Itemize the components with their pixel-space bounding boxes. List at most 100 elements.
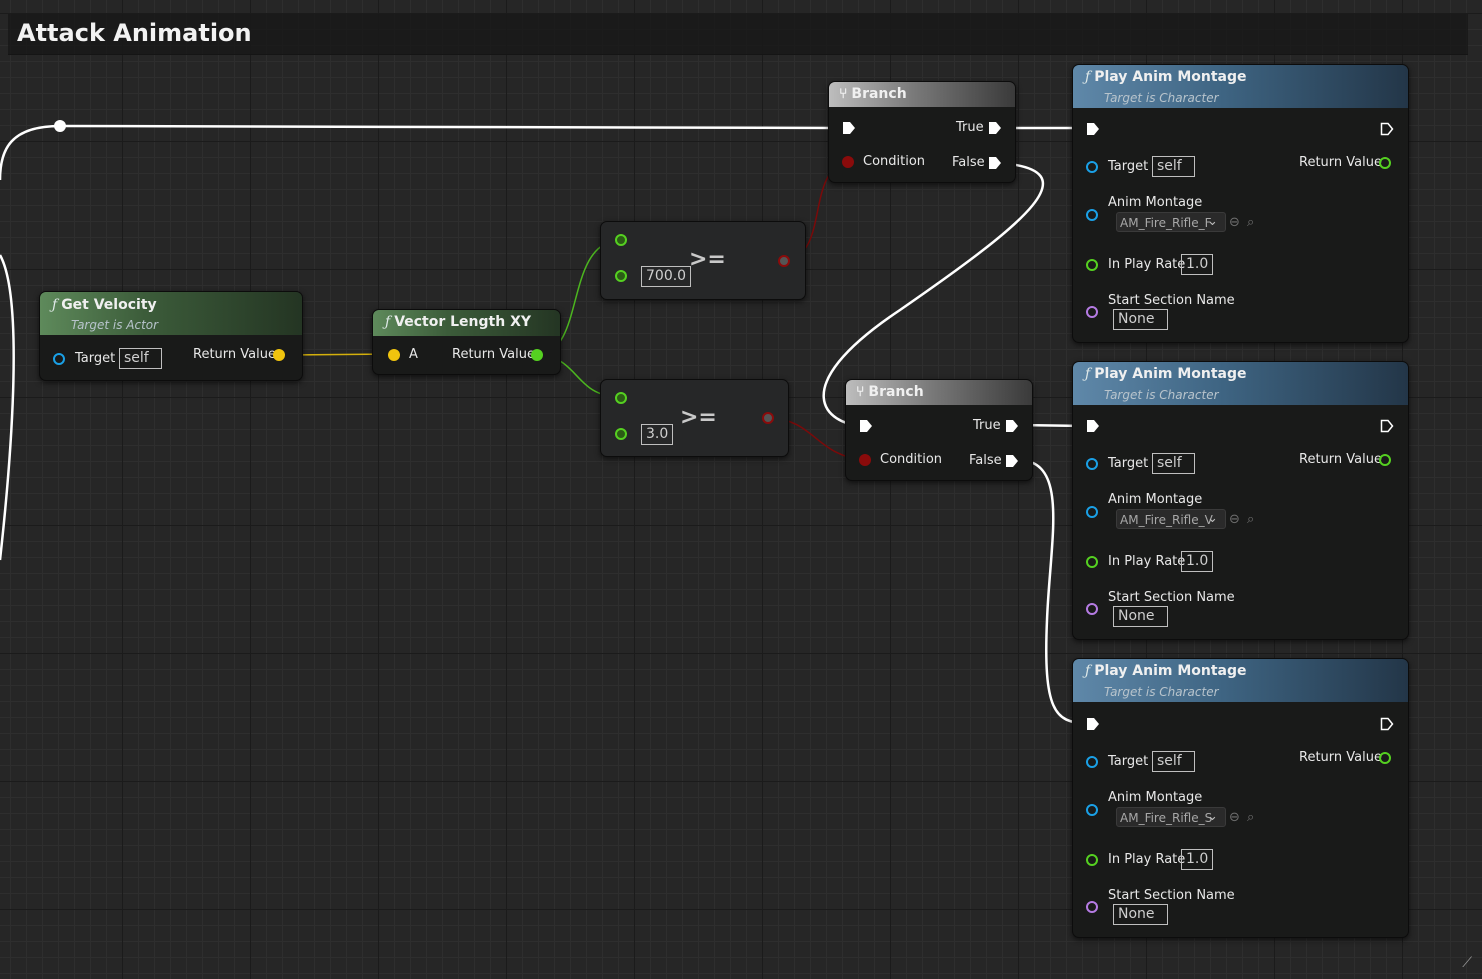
exec-out-pin[interactable] [1380,419,1394,433]
play-anim-montage-node-2[interactable]: ƒ Play Anim Montage Target is Character T… [1072,361,1409,640]
operator-label: >= [680,405,717,430]
false-exec-pin[interactable] [988,156,1002,170]
exec-wire-left-arc [0,124,61,181]
target-pin[interactable] [1086,756,1098,768]
search-icon[interactable]: ⌕ [1247,215,1254,230]
exec-wire-to-branch1 [59,124,843,130]
target-field[interactable]: self [1152,751,1195,772]
node-title: ƒ Vector Length XY [385,314,532,330]
result-pin[interactable] [762,412,774,424]
in-play-rate-field[interactable]: 1.0 [1181,254,1214,275]
compare-node-1[interactable]: 700.0 >= [600,221,806,300]
condition-pin[interactable] [859,454,871,466]
use-selected-icon[interactable]: ⊖ [1229,215,1240,230]
exec-out-pin[interactable] [1380,122,1394,136]
input-b-field[interactable]: 700.0 [641,266,692,287]
result-pin[interactable] [778,255,790,267]
anim-montage-pin[interactable] [1086,209,1098,221]
play-anim-montage-node-3[interactable]: ƒ Play Anim Montage Target is Character T… [1072,658,1409,938]
input-a-pin[interactable] [615,234,627,246]
in-play-rate-field[interactable]: 1.0 [1181,551,1214,572]
reroute-knot[interactable] [54,120,66,132]
target-field[interactable]: self [119,348,162,369]
compare-node-2[interactable]: 3.0 >= [600,379,789,457]
return-value-pin[interactable] [531,349,543,361]
start-section-name-label: Start Section Name [1108,888,1235,903]
resize-grip-icon[interactable]: ⟋ [1462,955,1472,971]
return-value-label: Return Value [452,347,535,362]
node-subtitle: Target is Character [1104,685,1219,699]
start-section-name-pin[interactable] [1086,901,1098,913]
use-selected-icon[interactable]: ⊖ [1229,810,1240,825]
a-pin[interactable] [388,349,400,361]
target-field[interactable]: self [1152,156,1195,177]
comment-box[interactable]: Attack Animation [8,14,1468,55]
in-play-rate-field[interactable]: 1.0 [1181,849,1214,870]
a-label: A [409,347,418,362]
exec-out-pin[interactable] [1380,717,1394,731]
condition-label: Condition [880,452,943,467]
node-title: ƒ Play Anim Montage [1085,366,1247,382]
return-value-pin[interactable] [1379,752,1391,764]
true-exec-pin[interactable] [988,121,1002,135]
target-pin[interactable] [1086,161,1098,173]
in-play-rate-pin[interactable] [1086,259,1098,271]
target-label: Target [1108,159,1149,174]
exec-in-pin[interactable] [1086,122,1100,136]
anim-montage-pin[interactable] [1086,804,1098,816]
input-a-pin[interactable] [615,392,627,404]
false-exec-pin[interactable] [1005,454,1019,468]
function-icon: ƒ [1085,366,1091,382]
start-section-name-pin[interactable] [1086,603,1098,615]
true-exec-pin[interactable] [1005,419,1019,433]
return-value-label: Return Value [1299,155,1382,170]
condition-label: Condition [863,154,926,169]
in-play-rate-pin[interactable] [1086,556,1098,568]
comment-title[interactable]: Attack Animation [17,19,252,47]
play-anim-montage-node-1[interactable]: ƒ Play Anim Montage Target is Character T… [1072,64,1409,343]
chevron-down-icon[interactable]: ⌄ [1207,809,1218,824]
condition-pin[interactable] [842,156,854,168]
in-play-rate-pin[interactable] [1086,854,1098,866]
start-section-name-pin[interactable] [1086,306,1098,318]
anim-montage-value: AM_Fire_Rifle_S [1120,811,1213,825]
operator-label: >= [689,247,726,272]
exec-in-pin[interactable] [1086,717,1100,731]
node-subtitle: Target is Actor [71,318,159,332]
node-title: ⑂ Branch [856,384,924,400]
input-b-pin[interactable] [615,270,627,282]
vector-length-xy-node[interactable]: ƒ Vector Length XY A Return Value [372,309,561,375]
anim-montage-label: Anim Montage [1108,195,1203,210]
target-field[interactable]: self [1152,453,1195,474]
anim-montage-value: AM_Fire_Rifle_V [1120,513,1213,527]
target-pin[interactable] [1086,458,1098,470]
start-section-name-field[interactable]: None [1113,309,1168,330]
exec-in-pin[interactable] [842,121,856,135]
node-title: ƒ Play Anim Montage [1085,69,1247,85]
target-pin[interactable] [53,353,65,365]
get-velocity-node[interactable]: ƒ Get Velocity Target is Actor Target sel… [39,291,303,381]
search-icon[interactable]: ⌕ [1247,810,1254,825]
target-label: Target [75,351,116,366]
return-value-pin[interactable] [273,349,285,361]
input-b-pin[interactable] [615,428,627,440]
search-icon[interactable]: ⌕ [1247,512,1254,527]
function-icon: ƒ [385,314,391,330]
start-section-name-label: Start Section Name [1108,590,1235,605]
chevron-down-icon[interactable]: ⌄ [1207,214,1218,229]
use-selected-icon[interactable]: ⊖ [1229,512,1240,527]
node-subtitle: Target is Character [1104,91,1219,105]
start-section-name-field[interactable]: None [1113,904,1168,925]
return-value-pin[interactable] [1379,454,1391,466]
exec-in-pin[interactable] [1086,419,1100,433]
branch-icon: ⑂ [856,384,865,400]
chevron-down-icon[interactable]: ⌄ [1207,511,1218,526]
start-section-name-field[interactable]: None [1113,606,1168,627]
anim-montage-pin[interactable] [1086,506,1098,518]
exec-in-pin[interactable] [859,419,873,433]
return-value-pin[interactable] [1379,157,1391,169]
input-b-field[interactable]: 3.0 [641,424,674,445]
branch-node-1[interactable]: ⑂ Branch True Condition False [828,81,1016,183]
branch-node-2[interactable]: ⑂ Branch True Condition False [845,379,1033,481]
node-title: ⑂ Branch [839,86,907,102]
